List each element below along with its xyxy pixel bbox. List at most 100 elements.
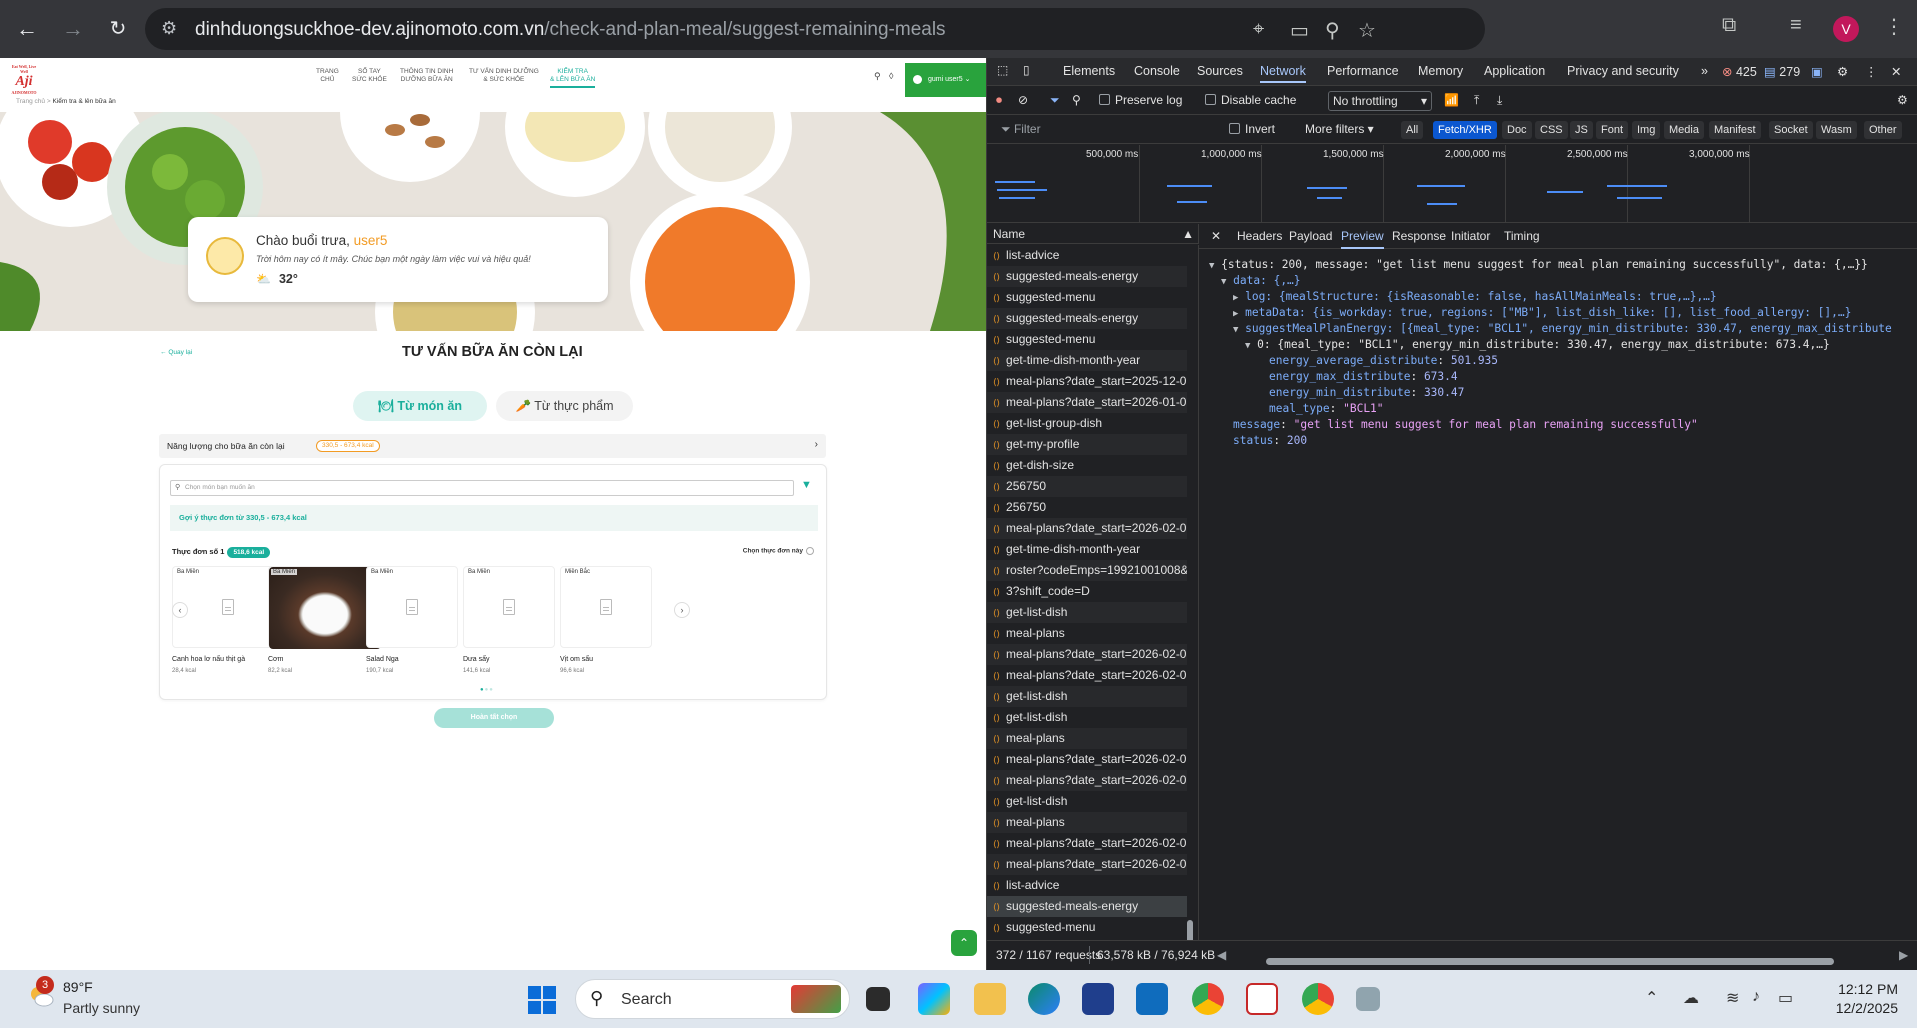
wifi-icon[interactable]: ≋ bbox=[1726, 988, 1739, 1008]
zoom-icon[interactable]: ⚲ bbox=[1325, 18, 1340, 43]
scroll-left-icon[interactable]: ◀ bbox=[1217, 941, 1226, 969]
scroll-right-icon[interactable]: ▶ bbox=[1899, 941, 1908, 969]
nav-check-plan-meal[interactable]: KIỂM TRA & LÊN BỮA ĂN bbox=[550, 68, 596, 88]
request-row[interactable]: ⟨⟩ suggested-menu bbox=[987, 287, 1187, 308]
filter-doc[interactable]: Doc bbox=[1502, 121, 1532, 139]
battery-icon[interactable]: ▭ bbox=[1778, 988, 1793, 1008]
finish-selection-button[interactable]: Hoàn tất chọn bbox=[434, 708, 554, 728]
chrome-profile-icon[interactable] bbox=[1302, 983, 1334, 1015]
system-clock[interactable]: 12:12 PM 12/2/2025 bbox=[1818, 981, 1898, 1016]
network-settings-icon[interactable]: ⚙ bbox=[1897, 93, 1908, 107]
filter-icon[interactable]: ▼ bbox=[801, 479, 812, 491]
export-har-icon[interactable]: ⤓ bbox=[1497, 93, 1502, 108]
browser-menu-icon[interactable]: ⋮ bbox=[1884, 14, 1904, 39]
preview-horizontal-scrollbar[interactable] bbox=[1266, 958, 1834, 965]
filter-funnel-icon[interactable]: ⏷ bbox=[1050, 93, 1060, 108]
filter-js[interactable]: JS bbox=[1570, 121, 1593, 139]
tab-elements[interactable]: Elements bbox=[1063, 64, 1115, 78]
request-row[interactable]: ⟨⟩ meal-plans?date_start=2026-01-01&... bbox=[987, 392, 1187, 413]
devtools-menu-icon[interactable]: ⋮ bbox=[1865, 64, 1878, 79]
copilot-icon[interactable] bbox=[918, 983, 950, 1015]
filter-input[interactable]: ⏷ Filter bbox=[1001, 122, 1041, 137]
filter-fetch-xhr[interactable]: Fetch/XHR bbox=[1433, 121, 1497, 139]
filter-all[interactable]: All bbox=[1401, 121, 1424, 139]
request-row[interactable]: ⟨⟩ suggested-menu bbox=[987, 329, 1187, 350]
preview-root[interactable]: ▼ {status: 200, message: "get list menu … bbox=[1209, 258, 1868, 271]
request-row[interactable]: ⟨⟩ meal-plans?date_start=2026-02-01&... bbox=[987, 518, 1187, 539]
filter-font[interactable]: Font bbox=[1596, 121, 1629, 139]
close-detail-icon[interactable]: ✕ bbox=[1211, 229, 1221, 243]
bookmark-star-icon[interactable]: ☆ bbox=[1358, 18, 1376, 43]
edge-browser-icon[interactable] bbox=[1028, 983, 1060, 1015]
request-row[interactable]: ⟨⟩ meal-plans?date_start=2026-02-01&... bbox=[987, 665, 1187, 686]
taskbar-search-box[interactable]: ⚲ Search bbox=[575, 979, 850, 1019]
request-row[interactable]: ⟨⟩ get-list-dish bbox=[987, 791, 1187, 812]
ajinomoto-logo[interactable]: Eat Well, Live Well Aji AJINOMOTO bbox=[8, 64, 40, 95]
close-devtools-icon[interactable]: ✕ bbox=[1891, 64, 1901, 79]
nav-health-notebook[interactable]: SỔ TAY SỨC KHỎE bbox=[352, 68, 387, 84]
filter-img[interactable]: Img bbox=[1632, 121, 1661, 139]
microsoft-store-icon[interactable] bbox=[1082, 983, 1114, 1015]
tab-sources[interactable]: Sources bbox=[1197, 64, 1243, 78]
request-row[interactable]: ⟨⟩ meal-plans bbox=[987, 812, 1187, 833]
error-count[interactable]: ⊗ 425 bbox=[1722, 64, 1757, 79]
back-link[interactable]: ← Quay lại bbox=[160, 349, 192, 356]
tab-memory[interactable]: Memory bbox=[1418, 64, 1463, 78]
request-row[interactable]: ⟨⟩ 256750 bbox=[987, 497, 1187, 518]
scroll-to-top-button[interactable]: ⌃ bbox=[951, 930, 977, 956]
dish-card[interactable]: Miền Bắc bbox=[560, 566, 652, 648]
notification-icon[interactable]: ◊ bbox=[889, 71, 893, 81]
preserve-log-checkbox[interactable]: Preserve log bbox=[1099, 93, 1182, 107]
nav-nutrition-advice[interactable]: TƯ VẤN DINH DƯỠNG & SỨC KHỎE bbox=[469, 68, 539, 84]
request-row[interactable]: ⟨⟩ meal-plans?date_start=2026-02-01&... bbox=[987, 833, 1187, 854]
request-row[interactable]: ⟨⟩ meal-plans?date_start=2026-02-01&... bbox=[987, 770, 1187, 791]
throttling-select[interactable]: No throttling ▾ bbox=[1328, 91, 1432, 111]
request-row[interactable]: ⟨⟩ list-advice bbox=[987, 875, 1187, 896]
warning-count[interactable]: ▤ 279 bbox=[1764, 64, 1800, 79]
request-row[interactable]: ⟨⟩ meal-plans?date_start=2026-02-01&... bbox=[987, 854, 1187, 875]
breadcrumb-home[interactable]: Trang chủ bbox=[16, 98, 45, 105]
request-row[interactable]: ⟨⟩ meal-plans?date_start=2025-12-01&... bbox=[987, 371, 1187, 392]
tab-network[interactable]: Network bbox=[1260, 64, 1306, 83]
request-row[interactable]: ⟨⟩ list-advice bbox=[987, 245, 1187, 266]
filter-wasm[interactable]: Wasm bbox=[1816, 121, 1857, 139]
dish-card[interactable]: Ba Miền bbox=[366, 566, 458, 648]
dish-card[interactable]: Ba Miền bbox=[268, 566, 381, 649]
user-menu-button[interactable]: gumi user5 ⌄ bbox=[905, 63, 986, 97]
dish-card[interactable]: Ba Miền bbox=[463, 566, 555, 648]
carousel-prev-button[interactable]: ‹ bbox=[172, 602, 188, 618]
request-row[interactable]: ⟨⟩ get-list-dish bbox=[987, 686, 1187, 707]
request-row[interactable]: ⟨⟩ get-list-dish bbox=[987, 602, 1187, 623]
chrome-icon[interactable] bbox=[1192, 983, 1224, 1015]
tab-from-dish[interactable]: 🍽 Từ món ăn bbox=[353, 391, 487, 421]
weather-temperature[interactable]: 89°F bbox=[63, 979, 93, 995]
request-row[interactable]: ⟨⟩ get-time-dish-month-year bbox=[987, 350, 1187, 371]
tab-timing[interactable]: Timing bbox=[1504, 229, 1540, 243]
request-row[interactable]: ⟨⟩ 3?shift_code=D bbox=[987, 581, 1187, 602]
filter-manifest[interactable]: Manifest bbox=[1709, 121, 1761, 139]
chevron-right-icon[interactable]: › bbox=[815, 439, 818, 450]
carousel-dots[interactable]: ●●● bbox=[480, 687, 494, 693]
url-text[interactable]: dinhduongsuckhoe-dev.ajinomoto.com.vn/ch… bbox=[195, 19, 946, 41]
nav-home[interactable]: TRANG CHỦ bbox=[316, 68, 339, 84]
request-row[interactable]: ⟨⟩ get-my-profile bbox=[987, 434, 1187, 455]
install-app-icon[interactable]: ▭ bbox=[1290, 18, 1309, 43]
record-icon[interactable]: ⏺ bbox=[996, 93, 1002, 108]
tab-from-food[interactable]: 🥕 Từ thực phẩm bbox=[496, 391, 633, 421]
request-row[interactable]: ⟨⟩ get-list-group-dish bbox=[987, 413, 1187, 434]
issues-icon[interactable]: ▣ bbox=[1811, 64, 1823, 79]
filter-media[interactable]: Media bbox=[1664, 121, 1704, 139]
preview-log[interactable]: ▶ log: {mealStructure: {isReasonable: fa… bbox=[1233, 290, 1717, 303]
calendar-app-icon[interactable] bbox=[1246, 983, 1278, 1015]
show-hidden-icons-chevron-icon[interactable]: ⌃ bbox=[1645, 988, 1658, 1008]
file-explorer-icon[interactable] bbox=[974, 983, 1006, 1015]
onedrive-icon[interactable]: ☁ bbox=[1683, 988, 1699, 1008]
dish-search-input[interactable]: ⚲ Chọn món bạn muốn ăn bbox=[170, 480, 794, 496]
name-column-header[interactable]: Name ▲ bbox=[987, 224, 1199, 244]
filter-css[interactable]: CSS bbox=[1535, 121, 1568, 139]
preview-suggest-energy[interactable]: ▼ suggestMealPlanEnergy: [{meal_type: "B… bbox=[1233, 322, 1892, 335]
carousel-next-button[interactable]: › bbox=[674, 602, 690, 618]
radio-icon[interactable] bbox=[806, 547, 814, 555]
search-icon[interactable]: ⚲ bbox=[874, 71, 881, 82]
network-overview-timeline[interactable]: 500,000 ms 1,000,000 ms 1,500,000 ms 2,0… bbox=[987, 145, 1917, 223]
